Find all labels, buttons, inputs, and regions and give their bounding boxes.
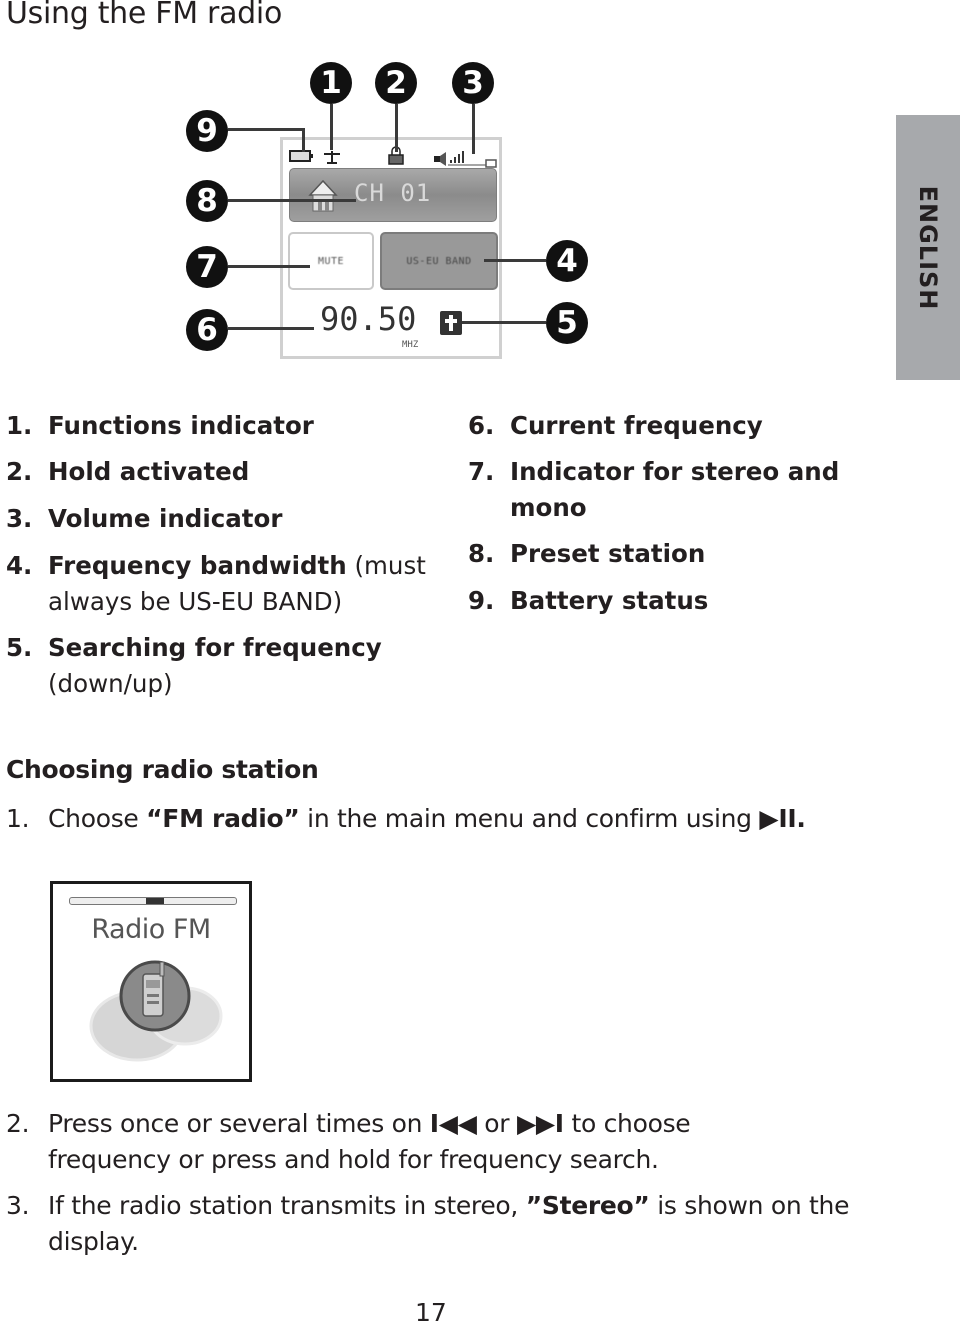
legend-number: 2. [6, 457, 33, 486]
menu-screenshot: Radio FM [50, 881, 252, 1082]
step-text-post: in the main menu and confirm using [299, 804, 760, 833]
step-text-bold: ”Stereo” [525, 1191, 650, 1220]
callout-badge-3: 3 [452, 62, 494, 104]
step-text-mid: or [476, 1109, 517, 1138]
menu-title: Radio FM [91, 914, 211, 945]
step-text: Choose “FM radio” in the main menu and c… [48, 801, 806, 837]
step-number: 1. [6, 804, 30, 833]
step-text-pre: If the radio station transmits in stereo… [48, 1191, 526, 1220]
frequency-unit: MHZ [402, 340, 419, 350]
band-label: US-EU BAND [406, 255, 472, 267]
legend-text: Functions indicator [48, 411, 314, 440]
legend-text: Current frequency [510, 411, 763, 440]
step-text: Press once or several times on I◀◀ or ▶▶… [48, 1106, 691, 1142]
fm-radio-icon [89, 960, 223, 1062]
antenna-icon [324, 151, 340, 164]
callout-line-9b [302, 128, 305, 152]
language-tab: ENGLISH [896, 115, 960, 380]
step-text-post: is shown on the [649, 1191, 850, 1220]
legend-number: 8. [468, 539, 495, 568]
step-1: 1. Choose “FM radio” in the main menu an… [6, 801, 886, 841]
legend-text: Frequency bandwidth (must [48, 548, 426, 584]
callout-line-1 [330, 104, 333, 150]
previous-symbol: I◀◀ [429, 1109, 477, 1138]
legend-number: 6. [468, 411, 495, 440]
legend-text: mono [510, 493, 587, 522]
current-frequency: 90.50 [320, 300, 417, 338]
step-number: 3. [6, 1191, 30, 1220]
section-heading: Choosing radio station [6, 755, 319, 784]
legend-number: 1. [6, 411, 33, 440]
preset-station-bar: CH 01 [289, 168, 497, 222]
callout-badge-7: 7 [186, 246, 228, 288]
frequency-band-indicator: US-EU BAND [380, 232, 498, 290]
legend-text: (down/up) [48, 669, 173, 698]
step-2: 2. Press once or several times on I◀◀ or… [6, 1106, 886, 1186]
next-symbol: ▶▶I [516, 1109, 564, 1138]
callout-line-5 [462, 321, 546, 324]
callout-badge-9: 9 [186, 110, 228, 152]
battery-icon [289, 150, 313, 162]
step-text-pre: Press once or several times on [48, 1109, 430, 1138]
volume-icon [434, 151, 497, 168]
step-text-post: to choose [563, 1109, 691, 1138]
preset-station-label: CH 01 [354, 179, 432, 207]
legend-text: Searching for frequency [48, 633, 382, 662]
page-number: 17 [415, 1298, 447, 1327]
legend-number: 5. [6, 633, 33, 662]
callout-line-8 [228, 199, 356, 202]
home-icon [308, 179, 338, 212]
stereo-mono-indicator: MUTE [288, 232, 374, 290]
callout-line-6 [228, 327, 314, 330]
step-3: 3. If the radio station transmits in ste… [6, 1188, 886, 1268]
legend-text: Indicator for stereo and [510, 457, 840, 486]
callout-badge-8: 8 [186, 180, 228, 222]
callout-line-7 [228, 265, 310, 268]
legend-text: always be US-EU BAND) [48, 587, 343, 616]
callout-line-4 [484, 259, 546, 262]
legend-text-rest: (must [346, 551, 426, 580]
legend-text: Hold activated [48, 457, 250, 486]
legend-number: 9. [468, 586, 495, 615]
legend-text: Volume indicator [48, 504, 283, 533]
callout-badge-6: 6 [186, 309, 228, 351]
legend-text: Preset station [510, 539, 706, 568]
menu-scrollbar [69, 897, 237, 905]
step-text-continuation: display. [48, 1227, 139, 1256]
language-tab-label: ENGLISH [914, 185, 942, 310]
legend-text: Battery status [510, 586, 709, 615]
callout-badge-5: 5 [546, 302, 588, 344]
step-text-bold: “FM radio” [146, 804, 300, 833]
menu-scrollbar-thumb [146, 898, 164, 904]
step-number: 2. [6, 1109, 30, 1138]
callout-badge-1: 1 [310, 62, 352, 104]
step-text-pre: Choose [48, 804, 147, 833]
page-title: Using the FM radio [6, 0, 283, 31]
step-text-continuation: frequency or press and hold for frequenc… [48, 1145, 659, 1174]
step-text: If the radio station transmits in stereo… [48, 1188, 849, 1224]
callout-badge-2: 2 [375, 62, 417, 104]
callout-line-3 [472, 104, 475, 154]
legend-number: 4. [6, 551, 33, 580]
legend-number: 7. [468, 457, 495, 486]
callout-badge-4: 4 [546, 240, 588, 282]
mute-label: MUTE [317, 255, 345, 267]
legend-text-bold: Frequency bandwidth [48, 551, 347, 580]
play-pause-symbol: ▶II. [759, 804, 806, 833]
callout-line-9a [228, 128, 304, 131]
callout-line-2 [395, 104, 398, 152]
search-up-icon [440, 311, 462, 335]
legend-number: 3. [6, 504, 33, 533]
